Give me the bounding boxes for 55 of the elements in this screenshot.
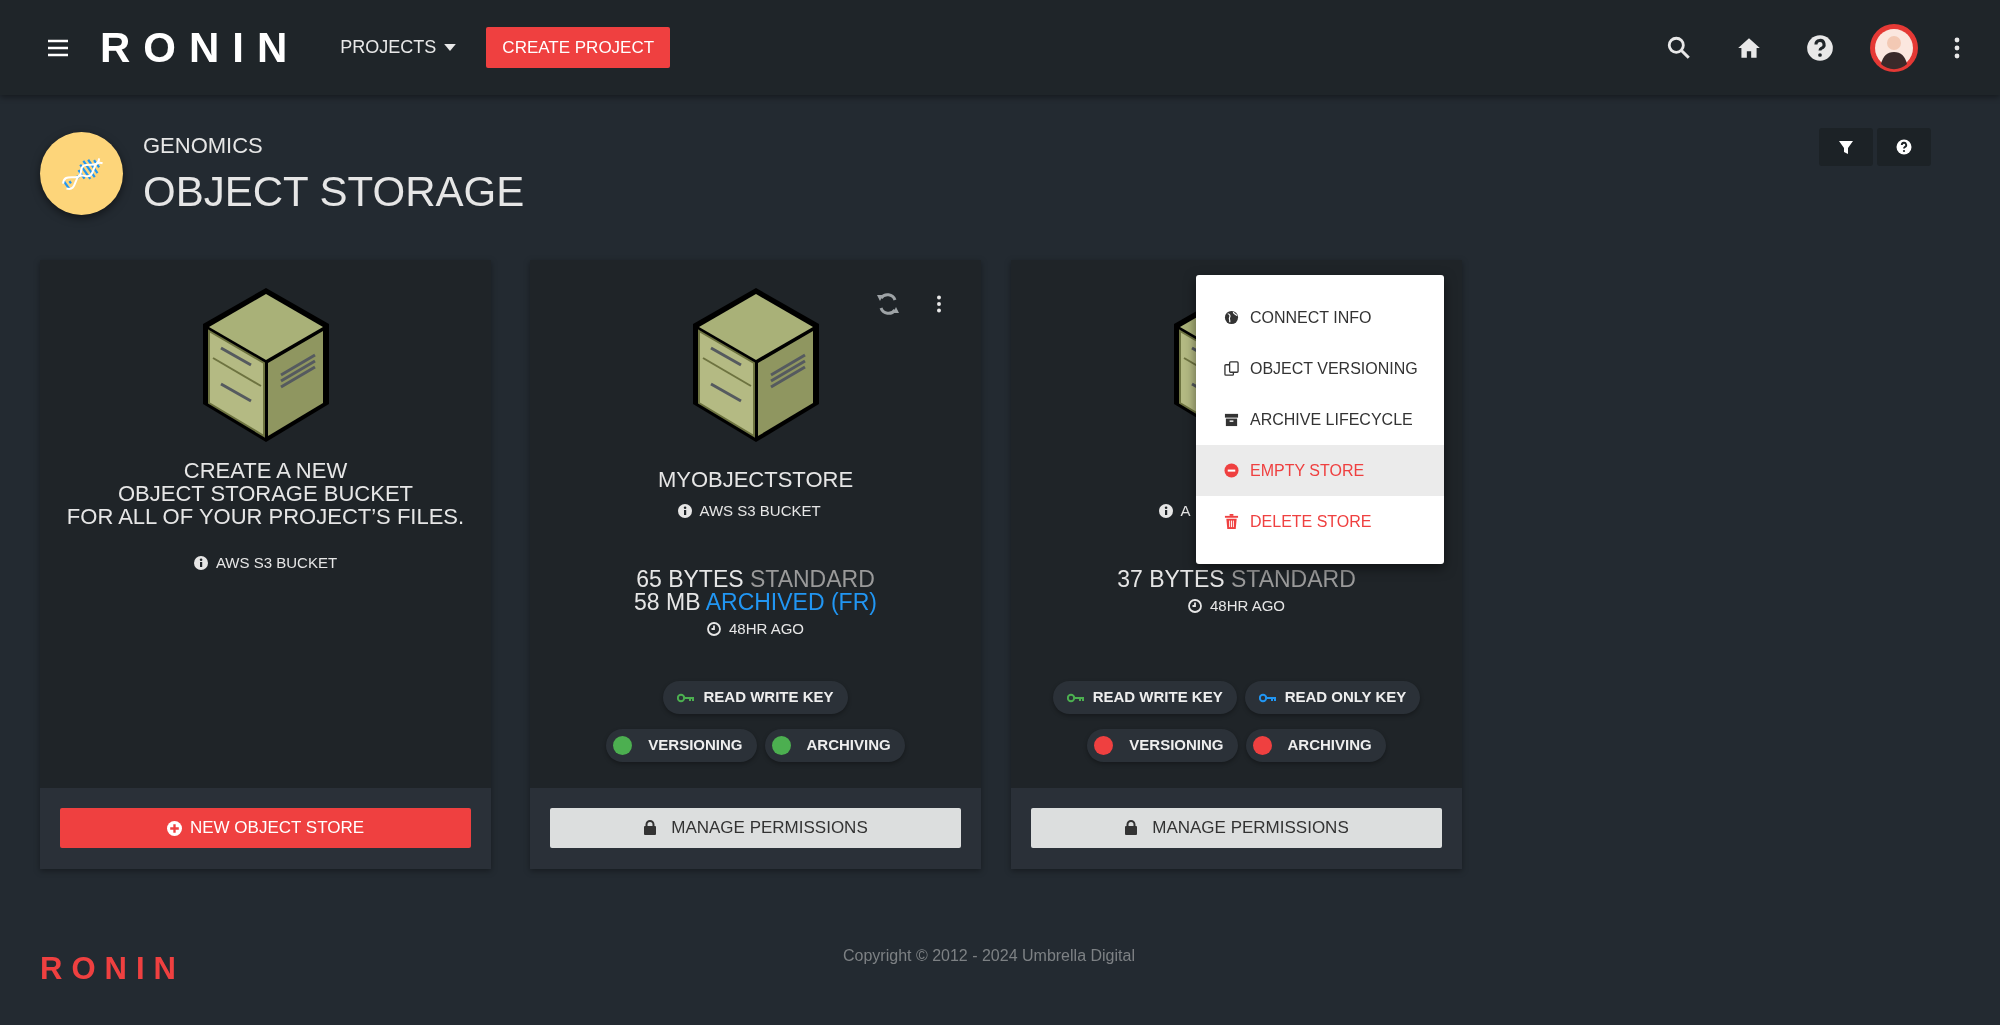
new-store-button[interactable]: NEW OBJECT STORE (60, 808, 471, 848)
globe-icon (1224, 310, 1239, 325)
info-icon (1158, 504, 1173, 519)
kebab-icon (1954, 36, 1960, 59)
bucket-type: AWS S3 BUCKET (215, 553, 338, 573)
minus-circle-icon (1224, 463, 1239, 478)
menu-item[interactable]: CONNECT INFO (1196, 292, 1444, 343)
manage-permissions-button[interactable]: MANAGE PERMISSIONS (550, 808, 961, 848)
key-chip[interactable]: READ WRITE KEY (663, 681, 848, 714)
menu-item[interactable]: OBJECT VERSIONING (1196, 343, 1444, 394)
bucket-type: AWS S3 BUCKET (699, 501, 821, 521)
feature-chip: ARCHIVING (1245, 729, 1386, 762)
copyright-text: Copyright © 2012 - 2024 Umbrella Digital (843, 946, 1135, 966)
lock-icon (643, 820, 658, 836)
filter-icon (1838, 139, 1854, 155)
feature-chip: ARCHIVING (764, 729, 905, 762)
updated-time: 48HR AGO (1210, 595, 1285, 616)
plus-circle-icon (166, 820, 182, 836)
store-name: MYOBJECTSTORE (657, 467, 854, 492)
key-chip[interactable]: READ WRITE KEY (1052, 681, 1237, 714)
menu-item[interactable]: DELETE STORE (1196, 496, 1444, 547)
clock-icon (707, 621, 721, 636)
help-icon (1806, 33, 1834, 62)
info-icon (677, 504, 692, 519)
manage-permissions-button[interactable]: MANAGE PERMISSIONS (1031, 808, 1442, 848)
user-avatar[interactable] (1870, 23, 1918, 72)
feature-chip: VERSIONING (606, 729, 757, 762)
menu-item[interactable]: ARCHIVE LIFECYCLE (1196, 394, 1444, 445)
bucket-type: A (1180, 501, 1191, 521)
help-icon (1896, 139, 1912, 155)
project-name: GENOMICS (143, 132, 264, 160)
usage-text: 65 BYTES STANDARD (635, 567, 876, 591)
info-icon (193, 556, 208, 571)
clock-icon (1188, 598, 1202, 613)
description-text: CREATE A NEW OBJECT STORAGE BUCKET FOR ALL OF YOUR PROJECT’S FILES. (66, 459, 465, 528)
projects-dropdown[interactable]: PROJECTS (324, 33, 463, 62)
trash-icon (1224, 514, 1239, 529)
copy-icon (1224, 361, 1239, 376)
caret-icon (444, 44, 457, 51)
app-logo: RONIN (100, 26, 301, 69)
filter-button[interactable] (1819, 128, 1873, 166)
key-chip[interactable]: READ ONLY KEY (1244, 681, 1421, 714)
feature-chip: VERSIONING (1087, 729, 1238, 762)
archive-box-icon (1224, 412, 1239, 427)
search-icon (1666, 34, 1692, 61)
create-project-button[interactable]: CREATE PROJECT (486, 26, 671, 69)
footer-logo: RONIN (40, 949, 185, 988)
updated-time: 48HR AGO (729, 618, 804, 639)
kebab-icon (936, 295, 942, 313)
page-title: OBJECT STORAGE (143, 170, 525, 215)
help-button[interactable] (1877, 128, 1931, 166)
usage-text: 37 BYTES STANDARD (1117, 567, 1356, 591)
refresh-icon (876, 292, 900, 316)
lock-icon (1124, 820, 1139, 836)
usage-text: 58 MB ARCHIVED (FR) (634, 590, 877, 614)
